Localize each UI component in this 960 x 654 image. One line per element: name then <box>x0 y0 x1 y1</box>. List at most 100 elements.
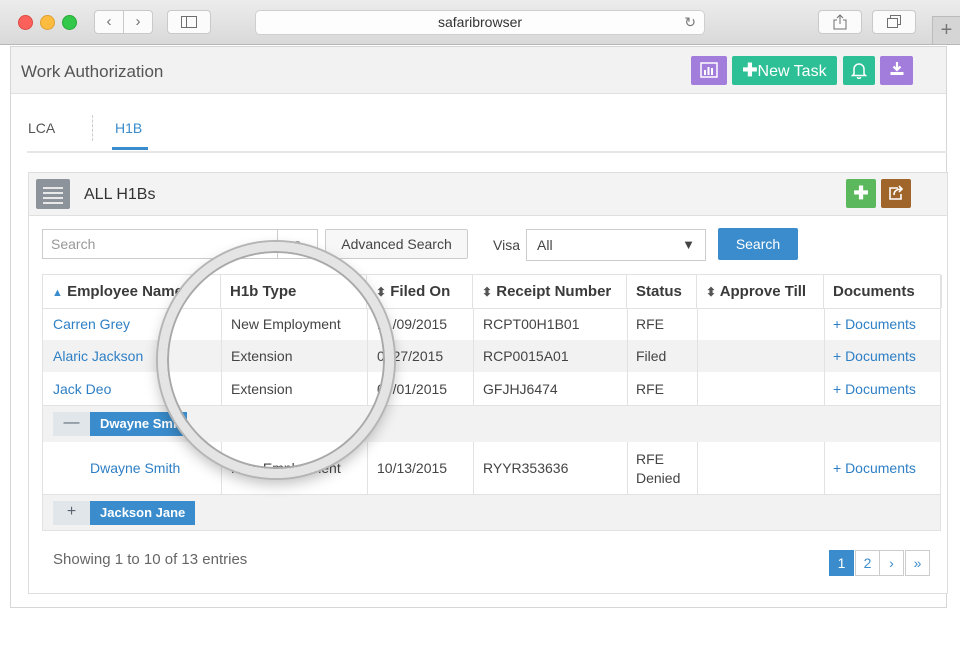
export-icon <box>888 185 904 205</box>
tab-lca[interactable]: LCA <box>28 120 55 136</box>
divider <box>824 442 825 494</box>
close-window-button[interactable] <box>18 15 33 30</box>
group-label: Jackson Jane <box>90 501 196 525</box>
search-input[interactable]: Search <box>42 229 278 259</box>
list-menu-icon[interactable] <box>36 179 70 209</box>
minimize-window-button[interactable] <box>40 15 55 30</box>
divider <box>473 442 474 494</box>
divider <box>43 405 940 406</box>
bell-icon <box>850 63 868 83</box>
h1b-type: New Employment <box>231 460 341 476</box>
col-header-filed-on[interactable]: ⬍ Filed On <box>367 275 473 308</box>
divider <box>221 308 222 405</box>
divider <box>221 442 222 494</box>
divider <box>367 442 368 494</box>
visa-select[interactable]: All ▼ <box>526 229 706 261</box>
filed-on: 0 /01/2015 <box>377 381 448 397</box>
zoom-window-button[interactable] <box>62 15 77 30</box>
collapse-group-button[interactable]: — <box>53 412 90 436</box>
status: RFE <box>636 451 664 467</box>
filed-on: 1 /09/2015 <box>377 316 448 332</box>
add-documents-link[interactable]: + Documents <box>833 348 916 364</box>
col-header-documents[interactable]: Documents <box>824 275 942 308</box>
header-label: Filed On <box>390 283 451 300</box>
page-1-button[interactable]: 1 <box>829 550 854 576</box>
tab-divider <box>92 115 93 141</box>
visa-select-value: All <box>537 237 553 253</box>
add-documents-link[interactable]: + Documents <box>833 460 916 476</box>
notifications-button[interactable] <box>843 56 875 85</box>
col-header-receipt-number[interactable]: ⬍ Receipt Number <box>473 275 627 308</box>
divider <box>43 308 940 309</box>
entries-info: Showing 1 to 10 of 13 entries <box>53 551 248 568</box>
new-task-button[interactable]: ✚New Task <box>732 56 837 85</box>
reload-icon[interactable]: ↻ <box>684 11 696 34</box>
app-window: Work Authorization ✚New Task LCA H1B ALL… <box>10 46 948 608</box>
download-button[interactable] <box>880 56 913 85</box>
download-icon <box>889 62 905 81</box>
employee-name-link[interactable]: Jack Deo <box>53 381 111 397</box>
add-documents-link[interactable]: + Documents <box>833 316 916 332</box>
tab-h1b[interactable]: H1B <box>115 120 142 136</box>
reports-button[interactable] <box>691 56 727 85</box>
sort-icon: ⬍ <box>482 285 493 299</box>
new-tab-plus-icon[interactable]: + <box>932 16 960 44</box>
panel-title: ALL H1Bs <box>84 186 156 203</box>
h1b-type: New Employment <box>231 316 341 332</box>
status: Filed <box>636 348 667 364</box>
h1b-panel: ALL H1Bs ✚ Search ⌕ Advanced Search Visa… <box>28 172 948 594</box>
share-icon[interactable] <box>818 10 862 34</box>
active-tab-indicator <box>112 147 148 150</box>
filed-on: 0 27/2015 <box>377 348 444 364</box>
back-icon[interactable]: ‹ <box>94 10 124 34</box>
divider <box>697 308 698 405</box>
divider <box>697 442 698 494</box>
add-h1b-button[interactable]: ✚ <box>846 179 876 208</box>
col-header-employee-name[interactable]: ▲ Employee Name <box>43 275 221 308</box>
page-header: Work Authorization ✚New Task <box>11 47 946 94</box>
last-page-button[interactable]: » <box>905 550 930 576</box>
add-documents-link[interactable]: + Documents <box>833 381 916 397</box>
advanced-search-button[interactable]: Advanced Search <box>325 229 468 259</box>
col-header-status[interactable]: Status <box>627 275 697 308</box>
status: RFE <box>636 316 664 332</box>
next-page-button[interactable]: › <box>879 550 904 576</box>
export-button[interactable] <box>881 179 911 208</box>
tabs-overview-icon[interactable] <box>872 10 916 34</box>
divider <box>824 308 825 405</box>
col-header-h1b-type[interactable]: H1b Type <box>221 275 367 308</box>
employee-name-link[interactable]: Alaric Jackson <box>53 348 143 364</box>
divider <box>43 494 940 495</box>
search-icon[interactable]: ⌕ <box>278 229 318 259</box>
col-header-approve-till[interactable]: ⬍ Approve Till <box>697 275 824 308</box>
divider <box>627 308 628 405</box>
receipt-number: RCP0015A01 <box>483 348 569 364</box>
receipt-number: GFJHJ6474 <box>483 381 558 397</box>
expand-group-button[interactable]: + <box>53 501 90 525</box>
tab-bar: LCA H1B <box>27 109 947 153</box>
browser-toolbar: ‹ › safaribrowser ↻ + <box>0 0 960 45</box>
filed-on: 10/13/2015 <box>377 460 448 476</box>
header-label: Status <box>636 283 682 300</box>
h1b-table: ▲ Employee Name H1b Type ⬍ Filed On ⬍ Re… <box>42 274 942 531</box>
header-label: Approve Till <box>719 283 807 300</box>
header-label: Documents <box>833 283 915 300</box>
forward-icon[interactable]: › <box>123 10 153 34</box>
new-task-label: New Task <box>757 63 827 80</box>
h1b-type: Extension <box>231 348 293 364</box>
url-text: safaribrowser <box>437 14 523 30</box>
visa-label: Visa <box>493 237 520 253</box>
employee-name-link[interactable]: Carren Grey <box>53 316 130 332</box>
page-2-button[interactable]: 2 <box>855 550 880 576</box>
group-label: Dwayne Smi <box>90 412 187 436</box>
address-bar[interactable]: safaribrowser ↻ <box>255 10 705 35</box>
header-label: Receipt Number <box>496 283 612 300</box>
receipt-number: RYYR353636 <box>483 460 569 476</box>
search-button[interactable]: Search <box>718 228 798 260</box>
status: Denied <box>636 470 681 486</box>
employee-name-link[interactable]: Dwayne Smith <box>90 460 180 476</box>
h1b-type: Extension <box>231 381 293 397</box>
status: RFE <box>636 381 664 397</box>
sidebar-icon[interactable] <box>167 10 211 34</box>
bar-chart-icon <box>700 62 718 82</box>
